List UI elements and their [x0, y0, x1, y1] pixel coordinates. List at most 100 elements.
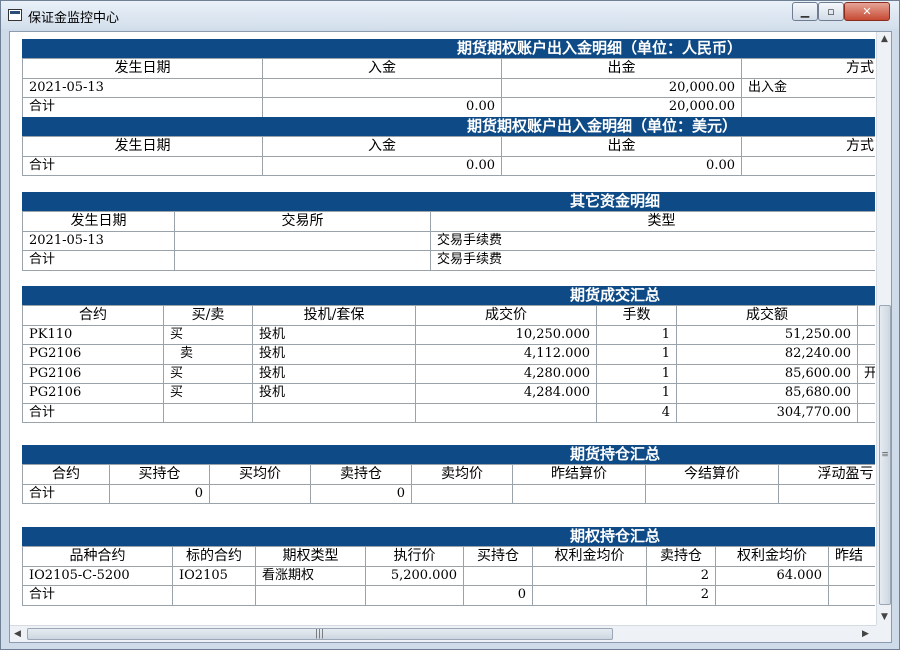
table-cell: [857, 344, 875, 365]
table-cell: 82,240.00: [676, 344, 858, 365]
col-header: 合约: [22, 305, 164, 326]
table-cell: [715, 585, 829, 606]
horizontal-scrollbar[interactable]: ◀ ||| ▶: [10, 625, 876, 642]
table-cell: 合计: [22, 585, 173, 606]
section-title-text: 期货期权账户出入金明细（单位：美元）: [467, 117, 738, 135]
table-row: PG2106 买 投机 4,284.000 1 85,680.00: [22, 383, 875, 404]
col-header: [857, 305, 875, 326]
col-header: 出金: [501, 136, 742, 157]
table-cell: 合计: [22, 97, 263, 118]
col-header: 标的合约: [172, 546, 256, 567]
table-cell: PG2106: [22, 383, 164, 404]
table-cell: 0.00: [262, 155, 502, 176]
maximize-button[interactable]: ▫: [818, 2, 844, 21]
table-cell: 20,000.00: [501, 77, 742, 98]
table-cell: IO2105-C-5200: [22, 565, 173, 586]
scroll-up-arrow-icon[interactable]: ▲: [881, 34, 888, 44]
vertical-scrollbar[interactable]: ▲ ≡ ▼: [876, 32, 891, 625]
table-cell: [255, 585, 366, 606]
table-cell: 1: [596, 383, 677, 404]
table-cell: 2021-05-13: [22, 77, 263, 98]
table-cell: [163, 402, 253, 423]
table-cell: 1: [596, 324, 677, 345]
window-title: 保证金监控中心: [28, 11, 120, 26]
table-header-row: 发生日期 入金 出金 方式: [22, 58, 875, 79]
table-cell: [415, 402, 597, 423]
cash-rmb-table: 发生日期 入金 出金 方式 2021-05-13 20,000.00 出入金 合…: [22, 58, 875, 118]
table-cell: [857, 383, 875, 404]
table-cell: 4: [596, 402, 677, 423]
scroll-down-arrow-icon[interactable]: ▼: [881, 612, 888, 622]
report-content: 期货期权账户出入金明细（单位：人民币） 发生日期 入金 出金 方式 2021-0…: [22, 39, 875, 621]
table-cell: [463, 565, 533, 586]
col-header: 交易所: [174, 211, 431, 232]
col-header: 买均价: [209, 464, 311, 485]
table-cell: 64.000: [715, 565, 829, 586]
col-header: 成交价: [415, 305, 597, 326]
table-cell: [741, 155, 875, 176]
table-row: 合计 交易手续费: [22, 250, 875, 271]
table-row: PG2106 卖 投机 4,112.000 1 82,240.00: [22, 344, 875, 365]
col-header: 权利金均价: [715, 546, 829, 567]
col-header: 昨结算价: [512, 464, 646, 485]
col-header: 品种合约: [22, 546, 173, 567]
col-header: 昨结: [828, 546, 875, 567]
table-cell: 85,600.00: [676, 363, 858, 384]
title-bar[interactable]: 保证金监控中心 ▁ ▫ ✕: [1, 1, 899, 29]
table-cell: PG2106: [22, 363, 164, 384]
col-header: 浮动盈亏: [778, 464, 875, 485]
section-title: 期货持仓汇总: [22, 445, 875, 464]
scroll-left-arrow-icon[interactable]: ◀: [14, 629, 21, 639]
table-header-row: 品种合约 标的合约 期权类型 执行价 买持仓 权利金均价 卖持仓 权利金均价 昨…: [22, 546, 875, 567]
table-cell: 看涨期权: [255, 565, 366, 586]
col-header: 投机/套保: [252, 305, 416, 326]
section-title-text: 期货期权账户出入金明细（单位：人民币）: [457, 39, 743, 57]
section-title: 期货期权账户出入金明细（单位：美元）: [22, 117, 875, 136]
table-cell: 合计: [22, 483, 110, 504]
col-header: 卖持仓: [310, 464, 412, 485]
table-cell: [857, 324, 875, 345]
col-header: 方式: [741, 136, 875, 157]
table-row: 合计 0 0: [22, 483, 875, 504]
table-cell: [209, 483, 311, 504]
table-cell: 2: [646, 565, 716, 586]
col-header: 发生日期: [22, 136, 263, 157]
options-table: 品种合约 标的合约 期权类型 执行价 买持仓 权利金均价 卖持仓 权利金均价 昨…: [22, 546, 875, 606]
col-header: 买/卖: [163, 305, 253, 326]
close-button[interactable]: ✕: [844, 2, 890, 21]
table-cell: 投机: [252, 383, 416, 404]
col-header: 卖均价: [411, 464, 513, 485]
table-cell: 交易手续费: [430, 230, 875, 251]
cash-usd-table: 发生日期 入金 出金 方式 合计 0.00 0.00: [22, 136, 875, 176]
table-cell: [512, 483, 646, 504]
section-title-text: 期权持仓汇总: [570, 527, 661, 545]
section-title-text: 期货成交汇总: [570, 286, 661, 304]
table-cell: 1: [596, 344, 677, 365]
positions-table: 合约 买持仓 买均价 卖持仓 卖均价 昨结算价 今结算价 浮动盈亏 合计 0 0: [22, 464, 875, 504]
col-header: 手数: [596, 305, 677, 326]
table-row: 合计 0.00 0.00: [22, 155, 875, 176]
section-title: 期货成交汇总: [22, 286, 875, 305]
trades-table: 合约 买/卖 投机/套保 成交价 手数 成交额 PK110 买 投机 10,25…: [22, 305, 875, 423]
table-cell: [172, 585, 256, 606]
table-cell: 0: [463, 585, 533, 606]
col-header: 入金: [262, 136, 502, 157]
table-row: PG2106 买 投机 4,280.000 1 85,600.00 开: [22, 363, 875, 384]
table-cell: 51,250.00: [676, 324, 858, 345]
table-cell: 0.00: [501, 155, 742, 176]
app-window: 保证金监控中心 ▁ ▫ ✕ 期货期权账户出入金明细（单位：人民币） 发生日期 入…: [0, 0, 900, 650]
section-title-text: 期货持仓汇总: [570, 445, 661, 463]
col-header: 今结算价: [645, 464, 779, 485]
col-header: 发生日期: [22, 211, 175, 232]
table-cell: [252, 402, 416, 423]
section-trades: 期货成交汇总 合约 买/卖 投机/套保 成交价 手数 成交额 PK110 买 投…: [22, 286, 875, 423]
col-header: 执行价: [365, 546, 464, 567]
app-icon: [8, 9, 22, 21]
col-header: 合约: [22, 464, 110, 485]
section-title-text: 其它资金明细: [570, 192, 661, 210]
scroll-right-arrow-icon[interactable]: ▶: [862, 629, 869, 639]
table-row: 合计 4 304,770.00: [22, 402, 875, 423]
table-cell: [411, 483, 513, 504]
minimize-button[interactable]: ▁: [792, 2, 818, 21]
table-header-row: 发生日期 交易所 类型: [22, 211, 875, 232]
